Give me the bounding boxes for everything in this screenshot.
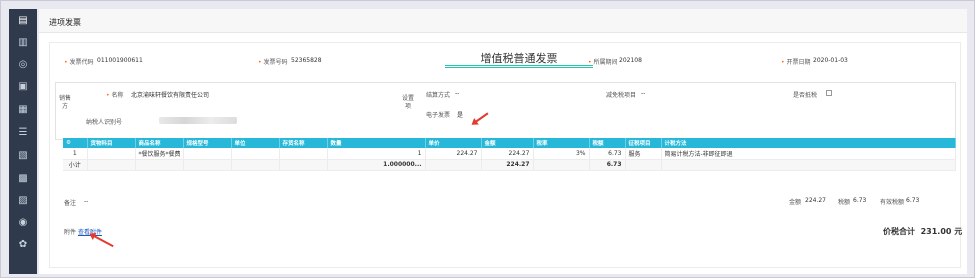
tax-label: 税额 bbox=[838, 199, 851, 206]
invoice-code-label: • 发票代码 bbox=[64, 59, 94, 66]
valid-tax-label: 有效税额 bbox=[880, 199, 905, 206]
table-cell: 224.27 bbox=[481, 148, 534, 160]
settle-method: -- bbox=[455, 90, 460, 97]
amount-value: 224.27 bbox=[805, 197, 826, 204]
table-cell bbox=[135, 159, 184, 171]
sidebar: ▤ ▥ ◎ ▣ ▦ ☰ ▧ ▩ ▨ ◉ ✿ bbox=[9, 9, 37, 274]
main-panel: 进项发票 • 发票代码 011001900611 • 发票号码 52365828 增… bbox=[39, 9, 967, 274]
tax-value: 6.73 bbox=[853, 197, 867, 204]
col-header[interactable]: 单位 bbox=[231, 138, 280, 148]
col-header[interactable]: 存货名称 bbox=[279, 138, 328, 148]
page-title: 进项发票 bbox=[49, 18, 81, 27]
calendar-icon[interactable]: ▨ bbox=[17, 195, 29, 206]
col-header[interactable]: 计税方法 bbox=[661, 138, 956, 148]
valid-tax-value: 6.73 bbox=[906, 197, 920, 204]
invoice-number: 52365828 bbox=[291, 57, 322, 64]
table-cell bbox=[661, 159, 956, 171]
table-cell bbox=[625, 159, 662, 171]
col-header[interactable]: 税率 bbox=[533, 138, 590, 148]
table-cell: 6.73 bbox=[589, 148, 626, 160]
table-cell bbox=[231, 159, 280, 171]
invoice-number-label: • 发票号码 bbox=[258, 59, 288, 66]
table-cell: 1.000000... bbox=[327, 159, 426, 171]
col-header[interactable]: 货物科目 bbox=[87, 138, 136, 148]
image-icon[interactable]: ▧ bbox=[17, 150, 29, 161]
table-header-row: ⚙ 货物科目 商品名称 规格型号 单位 存货名称 数量 单价 金额 税率 税额 … bbox=[63, 138, 956, 148]
table-cell: 6.73 bbox=[589, 159, 626, 171]
app-frame: ▤ ▥ ◎ ▣ ▦ ☰ ▧ ▩ ▨ ◉ ✿ 进项发票 • 发票代码 0110019… bbox=[0, 0, 975, 278]
layers-icon[interactable]: ☰ bbox=[17, 127, 29, 138]
table-cell: 服务 bbox=[625, 148, 662, 160]
table-cell: 1 bbox=[327, 148, 426, 160]
table-cell: 224.27 bbox=[425, 148, 482, 160]
reduce-value: -- bbox=[641, 90, 646, 97]
file-icon[interactable]: ▤ bbox=[17, 15, 29, 26]
table-cell bbox=[231, 148, 280, 160]
deduct-label: 是否抵税 bbox=[793, 92, 818, 99]
seller-tax-label: 纳税人识别号 bbox=[86, 119, 123, 126]
col-header[interactable]: 商品名称 bbox=[135, 138, 184, 148]
annotation-arrow-attachment bbox=[91, 234, 114, 248]
col-header[interactable]: 数量 bbox=[327, 138, 426, 148]
table-cell: 简易计税方法-非即征即退 bbox=[661, 148, 956, 160]
table-cell bbox=[183, 148, 232, 160]
date-label: • 开票日期 bbox=[781, 59, 811, 66]
seller-name: 北京渝味轩餐饮有限责任公司 bbox=[131, 92, 210, 99]
reduce-label: 减免税项目 bbox=[606, 92, 637, 99]
page-header: 进项发票 bbox=[39, 9, 967, 33]
table-cell: 小计 bbox=[63, 159, 88, 171]
seller-name-label: • 名称 bbox=[106, 92, 124, 99]
goods-table: ⚙ 货物科目 商品名称 规格型号 单位 存货名称 数量 单价 金额 税率 税额 … bbox=[63, 138, 956, 171]
seller-tax-redacted bbox=[159, 117, 237, 124]
remark-value: -- bbox=[84, 198, 89, 205]
period-value: 202108 bbox=[619, 57, 642, 64]
table-cell bbox=[183, 159, 232, 171]
table-row: 小计 1.000000... 224.27 6.73 bbox=[63, 159, 956, 171]
table-cell bbox=[279, 148, 328, 160]
invoice-card: • 发票代码 011001900611 • 发票号码 52365828 增值税普通发… bbox=[49, 42, 963, 268]
seller-tag: 销售方 bbox=[58, 95, 71, 110]
print-icon[interactable]: ▦ bbox=[17, 104, 29, 115]
col-header[interactable]: 税额 bbox=[589, 138, 626, 148]
amount-label: 金额 bbox=[789, 199, 802, 206]
document-icon[interactable]: ▣ bbox=[17, 81, 29, 92]
table-cell: 3% bbox=[533, 148, 590, 160]
settings-tag: 设置项 bbox=[401, 95, 414, 110]
col-header[interactable]: 单价 bbox=[425, 138, 482, 148]
title-underline bbox=[445, 65, 593, 68]
date-value: 2020-01-03 bbox=[813, 57, 848, 64]
user-icon[interactable]: ◉ bbox=[17, 217, 29, 228]
period-label: • 所属期间 bbox=[588, 59, 618, 66]
col-header[interactable]: 金额 bbox=[481, 138, 534, 148]
chart-icon[interactable]: ▥ bbox=[17, 37, 29, 48]
invoice-title: 增值税普通发票 bbox=[480, 52, 558, 65]
col-header[interactable]: 征税项目 bbox=[625, 138, 662, 148]
table-cell bbox=[279, 159, 328, 171]
total-amount: 价税合计 231.00 元 bbox=[883, 227, 963, 236]
settle-method-label: 结算方式 bbox=[426, 92, 451, 99]
table-row[interactable]: 1 *餐饮服务*餐费 1 224.27 224.27 3% 6.73 服务 简易… bbox=[63, 148, 956, 160]
col-header[interactable]: 规格型号 bbox=[183, 138, 232, 148]
electronic-value: 是 bbox=[457, 112, 464, 119]
table-cell bbox=[425, 159, 482, 171]
attachment-label: 附件 bbox=[64, 229, 77, 236]
table-cell: 224.27 bbox=[481, 159, 534, 171]
settings-icon[interactable]: ✿ bbox=[17, 239, 29, 250]
table-cell bbox=[533, 159, 590, 171]
deduct-checkbox[interactable] bbox=[826, 90, 832, 96]
table-cell bbox=[87, 148, 136, 160]
column-settings-icon[interactable]: ⚙ bbox=[63, 138, 88, 148]
table-cell: *餐饮服务*餐费 bbox=[135, 148, 184, 160]
seller-info-box: 销售方 • 名称 北京渝味轩餐饮有限责任公司 纳税人识别号 设置项 结算方式 --… bbox=[55, 82, 956, 140]
electronic-label: 电子发票 bbox=[426, 112, 451, 119]
table-cell: 1 bbox=[63, 148, 88, 160]
upload-icon[interactable]: ◎ bbox=[17, 59, 29, 70]
remark-label: 备注 bbox=[64, 200, 77, 207]
table-cell bbox=[87, 159, 136, 171]
invoice-code: 011001900611 bbox=[97, 57, 143, 64]
printer-icon[interactable]: ▩ bbox=[17, 173, 29, 184]
